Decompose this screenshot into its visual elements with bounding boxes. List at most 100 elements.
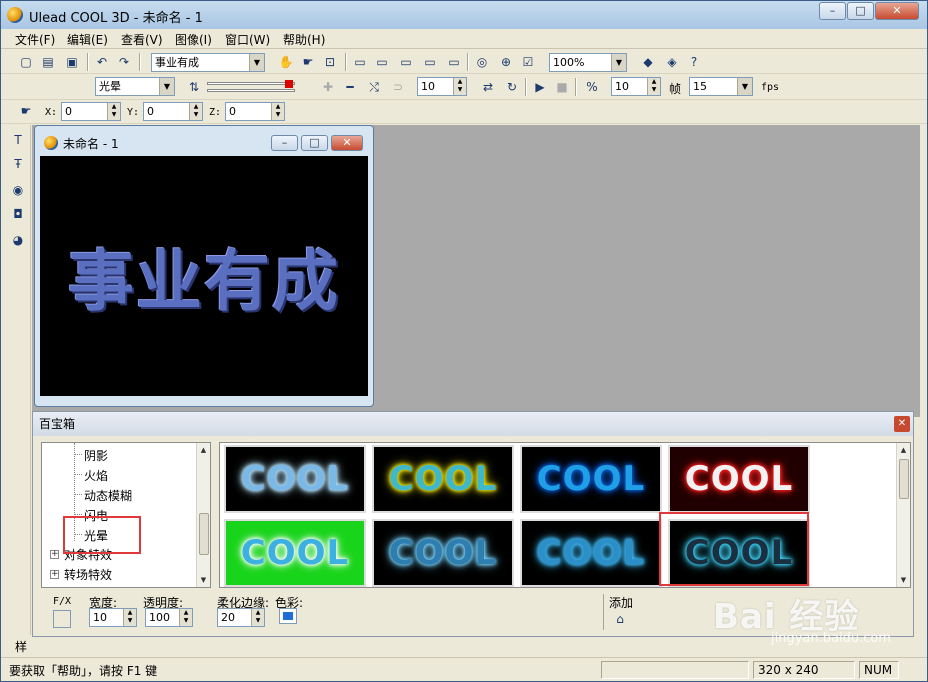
x-spinner[interactable]: 0 ▲ ▼ <box>61 102 121 121</box>
tree-item-fire[interactable]: 火焰 <box>84 467 108 484</box>
insert-object-icon[interactable]: ◉ <box>9 181 27 199</box>
y-label: Y: <box>127 107 140 118</box>
insert-shape-icon[interactable]: ◘ <box>9 205 27 223</box>
fps-select[interactable]: 15 ▼ <box>689 77 753 96</box>
scroll-up-icon[interactable]: ▲ <box>197 443 210 457</box>
tree-expand-icon[interactable]: + <box>50 550 59 559</box>
camera-icon[interactable]: ◎ <box>473 53 491 71</box>
slider-thumb[interactable] <box>285 80 293 88</box>
menu-view[interactable]: 查看(V) <box>121 31 163 48</box>
loop-icon[interactable]: ⊃ <box>389 78 407 96</box>
gallery-scrollbar[interactable]: ▲ ▼ <box>896 443 910 587</box>
menu-help[interactable]: 帮助(H) <box>283 31 325 48</box>
y-spinner[interactable]: 0 ▲ ▼ <box>143 102 203 121</box>
effect-thumb-6[interactable]: COOL <box>372 519 514 587</box>
spinner-arrows[interactable]: ▲ ▼ <box>271 103 284 120</box>
scroll-down-icon[interactable]: ▼ <box>197 573 210 587</box>
effect-thumb-3[interactable]: COOL <box>520 445 662 513</box>
tree-scrollbar[interactable]: ▲ ▼ <box>196 443 210 587</box>
position-mode-icon[interactable]: ☛ <box>17 102 35 120</box>
doc-maximize-button[interactable]: □ <box>301 135 328 151</box>
bevel-icon[interactable]: ▭ <box>351 53 369 71</box>
redo-icon[interactable]: ↷ <box>115 53 133 71</box>
reverse-keyframe-icon[interactable]: ⤭ <box>365 78 383 96</box>
save-icon[interactable]: ▣ <box>63 53 81 71</box>
resize-icon[interactable]: ⊡ <box>321 53 339 71</box>
remove-keyframe-icon[interactable]: ━ <box>341 78 359 96</box>
play-icon[interactable]: ▶ <box>531 78 549 96</box>
spinner-arrows[interactable]: ▲ ▼ <box>179 609 192 626</box>
tree-expand-icon[interactable]: + <box>50 570 59 579</box>
spinner-arrows[interactable]: ▲ ▼ <box>189 103 202 120</box>
stop-icon[interactable]: ■ <box>553 78 571 96</box>
menu-edit[interactable]: 编辑(E) <box>67 31 108 48</box>
add-keyframe-icon[interactable]: ✚ <box>319 78 337 96</box>
checklist-icon[interactable]: ☑ <box>519 53 537 71</box>
scroll-up-icon[interactable]: ▲ <box>897 443 910 457</box>
bevel-flat-icon[interactable]: ▭ <box>421 53 439 71</box>
color-swatch[interactable] <box>279 608 297 624</box>
tree-item-motion-blur[interactable]: 动态模糊 <box>84 487 132 504</box>
scroll-thumb[interactable] <box>899 459 909 499</box>
tree-item-transition-effects[interactable]: 转场特效 <box>64 566 112 583</box>
add-to-palette-icon[interactable]: ⌂ <box>611 610 629 628</box>
panel-close-icon[interactable]: ✕ <box>894 416 910 432</box>
doc-minimize-button[interactable]: – <box>271 135 298 151</box>
chevron-down-icon[interactable]: ▼ <box>611 54 626 71</box>
minimize-button[interactable]: – <box>819 2 846 20</box>
effect-thumb-7[interactable]: COOL <box>520 519 662 587</box>
chevron-down-icon[interactable]: ▼ <box>249 54 264 71</box>
effect-thumb-5[interactable]: COOL <box>224 519 366 587</box>
doc-close-button[interactable]: ✕ <box>331 135 363 151</box>
zoom-select[interactable]: 100% ▼ <box>549 53 627 72</box>
effect-thumb-2[interactable]: COOL <box>372 445 514 513</box>
pan-hand-icon[interactable]: ✋ <box>277 53 295 71</box>
chevron-down-icon[interactable]: ▼ <box>737 78 752 95</box>
effect-select[interactable]: 光晕 ▼ <box>95 77 175 96</box>
timeline-slider[interactable] <box>207 80 295 94</box>
spinner-arrows[interactable]: ▲ ▼ <box>251 609 264 626</box>
scroll-thumb[interactable] <box>199 513 209 555</box>
edit-text-icon[interactable]: Ŧ <box>9 155 27 173</box>
context-help-icon[interactable]: ? <box>685 53 703 71</box>
text-object-select[interactable]: 事业有成 ▼ <box>151 53 265 72</box>
spinner-arrows[interactable]: ▲ ▼ <box>123 609 136 626</box>
insert-text-icon[interactable]: T <box>9 131 27 149</box>
bevel-frame-icon[interactable]: ▭ <box>445 53 463 71</box>
z-spinner[interactable]: 0 ▲ ▼ <box>225 102 285 121</box>
repeat-icon[interactable]: ↻ <box>503 78 521 96</box>
frame-step-spinner[interactable]: 10 ▲ ▼ <box>611 77 661 96</box>
menu-image[interactable]: 图像(I) <box>175 31 212 48</box>
spinner-arrows[interactable]: ▲ ▼ <box>453 78 466 95</box>
bevel-round-icon[interactable]: ▭ <box>373 53 391 71</box>
width-spinner[interactable]: 10 ▲ ▼ <box>89 608 137 627</box>
frame-spinner[interactable]: 10 ▲ ▼ <box>417 77 467 96</box>
new-file-icon[interactable]: ▢ <box>17 53 35 71</box>
menu-window[interactable]: 窗口(W) <box>225 31 270 48</box>
opacity-spinner[interactable]: 100 ▲ ▼ <box>145 608 193 627</box>
soft-edge-spinner[interactable]: 20 ▲ ▼ <box>217 608 265 627</box>
chevron-down-icon[interactable]: ▼ <box>159 78 174 95</box>
geometric-object-icon[interactable]: ◕ <box>9 231 27 249</box>
effect-thumb-4[interactable]: COOL <box>668 445 810 513</box>
keyframe-swap-icon[interactable]: ⇅ <box>185 78 203 96</box>
bevel-edge-icon[interactable]: ▭ <box>397 53 415 71</box>
globe-icon[interactable]: ⊕ <box>497 53 515 71</box>
open-folder-icon[interactable]: ▤ <box>39 53 57 71</box>
spinner-arrows[interactable]: ▲ ▼ <box>107 103 120 120</box>
effect-thumb-1[interactable]: COOL <box>224 445 366 513</box>
export-icon[interactable]: ◆ <box>639 53 657 71</box>
image-export-icon[interactable]: ◈ <box>663 53 681 71</box>
render-canvas[interactable]: 事业有成 <box>40 156 368 396</box>
spinner-arrows[interactable]: ▲ ▼ <box>647 78 660 95</box>
tree-item-shadow[interactable]: 阴影 <box>84 447 108 464</box>
rotate-hand-icon[interactable]: ☛ <box>299 53 317 71</box>
frame-rate-icon[interactable]: % <box>583 78 601 96</box>
maximize-button[interactable]: □ <box>847 2 874 20</box>
scroll-down-icon[interactable]: ▼ <box>897 573 910 587</box>
undo-icon[interactable]: ↶ <box>93 53 111 71</box>
close-button[interactable]: ✕ <box>875 2 919 20</box>
menu-file[interactable]: 文件(F) <box>15 31 55 48</box>
fx-icon[interactable] <box>53 610 71 628</box>
pingpong-icon[interactable]: ⇄ <box>479 78 497 96</box>
